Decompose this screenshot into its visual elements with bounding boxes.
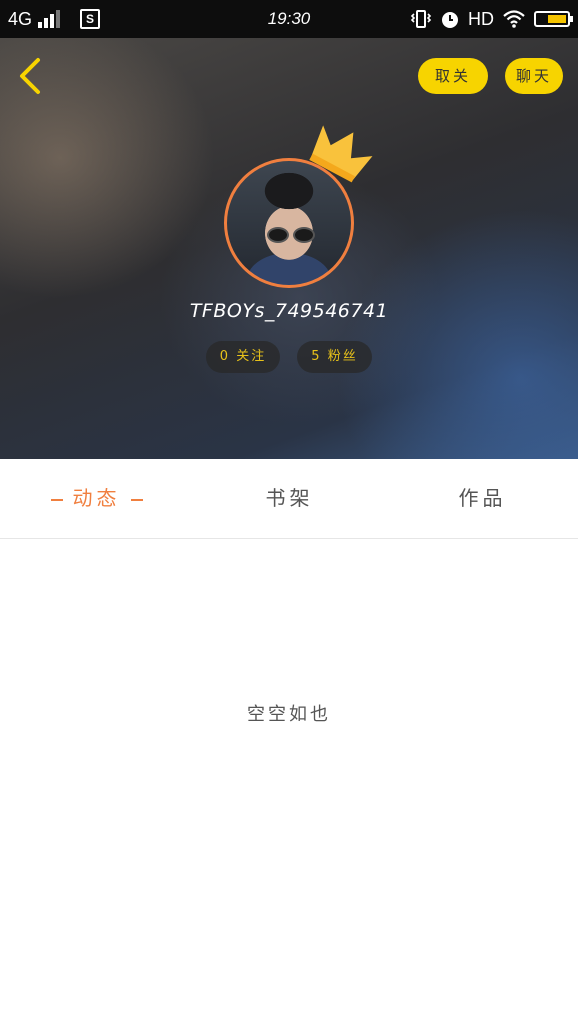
hd-indicator: HD	[468, 8, 494, 29]
tab-works[interactable]: 作品	[386, 459, 578, 538]
battery-icon	[534, 11, 573, 27]
tab-indicator-right	[130, 498, 143, 501]
empty-state-text: 空空如也	[247, 704, 331, 725]
profile-tabs: 动态 书架 作品	[0, 459, 578, 539]
unfollow-button[interactable]: 取关	[418, 58, 488, 94]
tab-label: 作品	[458, 486, 507, 510]
following-count-button[interactable]: 0 关注	[206, 341, 280, 373]
username: TFBOYs_749546741	[189, 300, 389, 322]
tab-bookshelf[interactable]: 书架	[193, 459, 386, 538]
wifi-icon	[503, 10, 525, 28]
tab-indicator-left	[50, 498, 63, 501]
tab-label: 书架	[265, 486, 314, 510]
avatar-glasses	[267, 227, 317, 245]
tab-dynamics[interactable]: 动态	[0, 459, 193, 538]
tab-label: 动态	[72, 486, 121, 510]
vibrate-icon	[410, 10, 432, 28]
alarm-icon	[442, 12, 458, 28]
back-arrow-icon[interactable]	[14, 56, 48, 96]
status-bar: 4G S 19:30 HD	[0, 0, 578, 38]
chat-button[interactable]: 聊天	[505, 58, 563, 94]
profile-header: 取关 聊天 TFBOYs_749546741 0 关注 5 粉丝	[0, 38, 578, 459]
status-right: HD	[410, 0, 573, 38]
avatar-container	[224, 125, 373, 288]
crown-icon	[309, 125, 373, 183]
fans-count-button[interactable]: 5 粉丝	[297, 341, 372, 373]
